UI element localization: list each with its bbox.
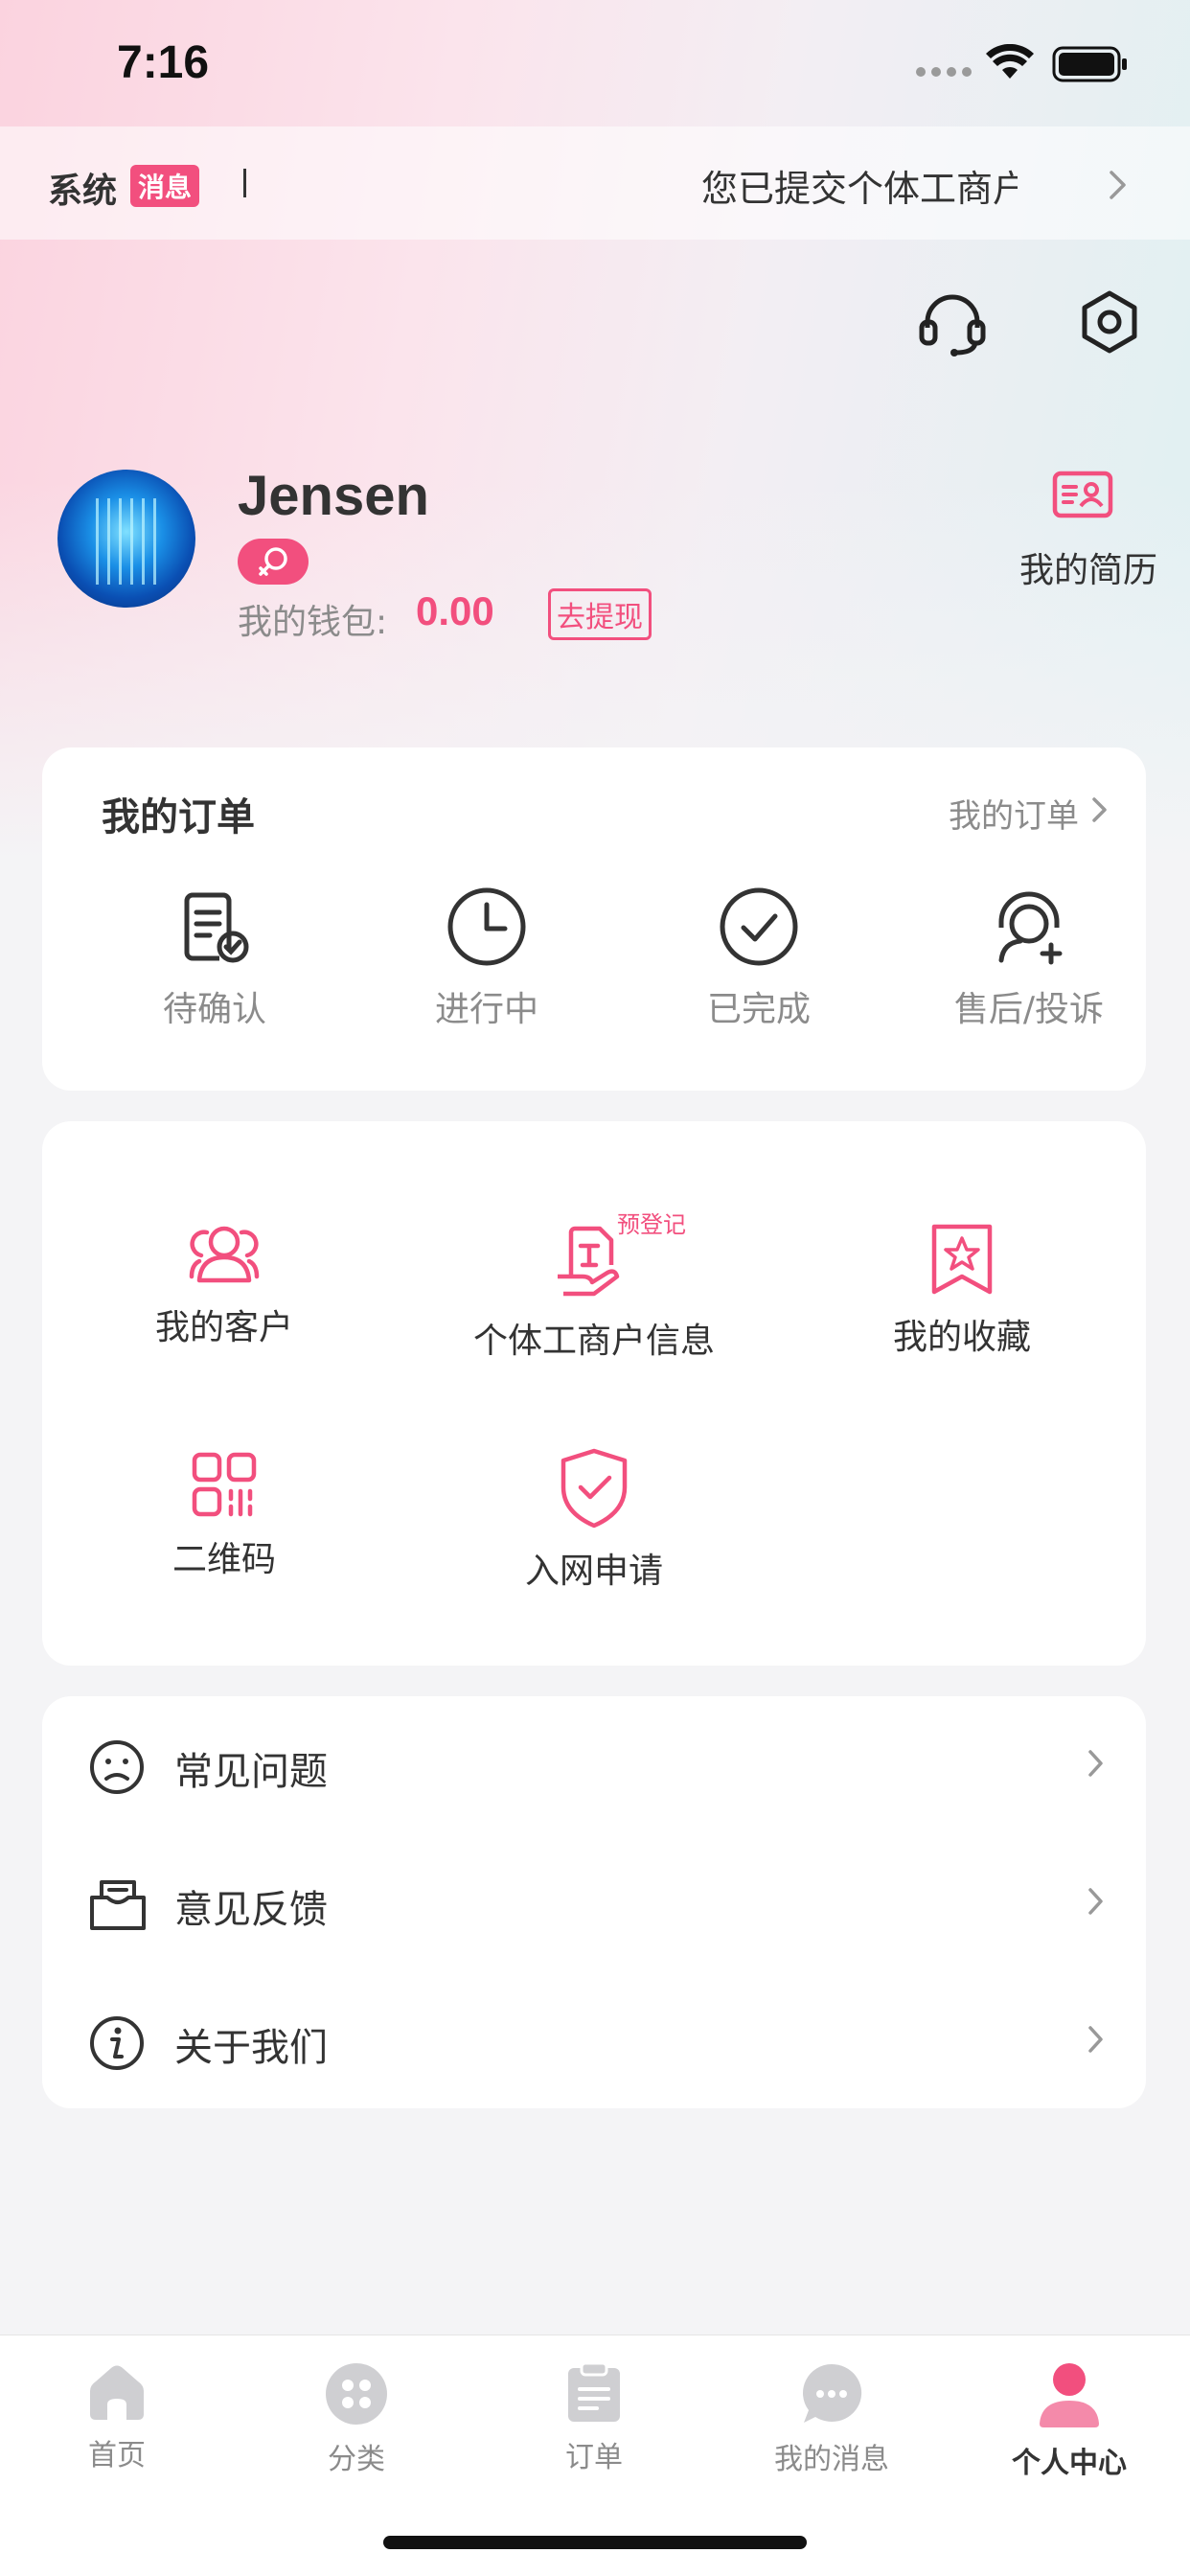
qr-code[interactable]: 二维码 xyxy=(71,1451,378,1581)
my-customers[interactable]: 我的客户 xyxy=(71,1223,378,1349)
withdraw-button[interactable]: 去提现 xyxy=(548,588,652,640)
female-icon xyxy=(259,547,287,576)
all-orders-link[interactable]: 我的订单 xyxy=(949,790,1079,837)
network-application[interactable]: 入网申请 xyxy=(441,1447,747,1593)
resume-card-icon xyxy=(1052,471,1113,518)
wallet-label: 我的钱包: xyxy=(238,603,388,642)
my-favorites-label: 我的收藏 xyxy=(892,1318,1031,1357)
chevron-right-icon xyxy=(1110,171,1126,199)
chevron-right-icon xyxy=(1088,1750,1103,1777)
faq-face-icon xyxy=(90,1740,144,1794)
separator xyxy=(243,169,246,197)
pre-registration-tag: 预登记 xyxy=(617,1211,686,1238)
menu-item-label: 常见问题 xyxy=(174,1750,328,1794)
battery-icon xyxy=(1052,46,1127,82)
system-title: 系统 xyxy=(48,172,118,211)
tab-label: 个人中心 xyxy=(1012,2447,1127,2480)
menu-item-label: 关于我们 xyxy=(174,2026,328,2070)
menu-item-feedback[interactable]: 意见反馈 xyxy=(42,1834,1146,1972)
tab-label: 首页 xyxy=(88,2439,146,2472)
business-info[interactable]: 个体工商户信息 xyxy=(441,1223,747,1363)
order-pending-label: 待确认 xyxy=(162,990,266,1029)
favorites-icon xyxy=(931,1224,993,1295)
wifi-icon xyxy=(986,44,1034,79)
info-icon xyxy=(90,2016,144,2070)
order-after-sales-label: 售后/投诉 xyxy=(953,990,1105,1029)
avatar[interactable] xyxy=(57,470,195,608)
my-orders-card: 我的订单 我的订单 待确认 进行中 已完成 售后/投诉 xyxy=(42,748,1146,1091)
username: Jensen xyxy=(238,465,429,527)
order-after-sales[interactable]: 售后/投诉 xyxy=(924,886,1134,1031)
support-agent-icon xyxy=(998,891,1063,965)
tab-category[interactable]: 分类 xyxy=(261,2362,452,2477)
resume-label[interactable]: 我的简历 xyxy=(1019,542,1157,592)
gender-badge xyxy=(238,539,309,585)
system-message-text: 您已提交个体工商户信息 xyxy=(701,168,1018,210)
tab-label: 分类 xyxy=(328,2443,385,2476)
my-favorites[interactable]: 我的收藏 xyxy=(809,1223,1115,1359)
home-indicator xyxy=(383,2536,807,2549)
signal-icon xyxy=(916,67,972,77)
tab-orders[interactable]: 订单 xyxy=(498,2361,690,2475)
chevron-right-icon[interactable] xyxy=(1090,795,1110,824)
customers-icon xyxy=(189,1226,260,1283)
tab-profile[interactable]: 个人中心 xyxy=(973,2362,1165,2481)
clock-icon xyxy=(447,887,526,966)
resume-button[interactable] xyxy=(1016,470,1150,523)
tab-label: 订单 xyxy=(565,2441,623,2474)
order-completed-label: 已完成 xyxy=(706,990,811,1029)
settings-icon[interactable] xyxy=(1077,289,1142,355)
order-completed[interactable]: 已完成 xyxy=(653,886,864,1031)
tab-messages[interactable]: 我的消息 xyxy=(736,2362,927,2477)
status-time: 7:16 xyxy=(117,37,210,88)
menu-item-faq[interactable]: 常见问题 xyxy=(42,1696,1146,1834)
feedback-mail-icon xyxy=(90,1880,146,1930)
home-icon xyxy=(90,2365,144,2420)
orders-title: 我的订单 xyxy=(102,795,255,840)
status-bar: 7:16 xyxy=(0,0,1190,126)
tab-label: 我的消息 xyxy=(774,2443,889,2476)
profile-icon xyxy=(1040,2363,1099,2427)
order-pending[interactable]: 待确认 xyxy=(109,886,320,1031)
network-application-label: 入网申请 xyxy=(524,1552,663,1591)
qr-code-label: 二维码 xyxy=(172,1540,276,1579)
order-icon xyxy=(568,2361,620,2422)
menu-item-about[interactable]: 关于我们 xyxy=(42,1972,1146,2110)
pending-confirm-icon xyxy=(184,892,249,963)
chevron-right-icon xyxy=(1088,1888,1103,1915)
order-in-progress-label: 进行中 xyxy=(434,990,538,1029)
services-card: 我的客户 个体工商户信息 预登记 我的收藏 二维码 入网申请 xyxy=(42,1121,1146,1666)
order-in-progress[interactable]: 进行中 xyxy=(381,886,592,1031)
headset-icon[interactable] xyxy=(918,289,987,358)
my-customers-label: 我的客户 xyxy=(154,1308,293,1347)
business-info-label: 个体工商户信息 xyxy=(472,1322,715,1361)
menu-list-card: 常见问题 意见反馈 关于我们 xyxy=(42,1696,1146,2108)
category-icon xyxy=(326,2363,387,2425)
tab-home[interactable]: 首页 xyxy=(21,2362,213,2473)
system-message-bar[interactable]: 系统 消息 您已提交个体工商户信息 xyxy=(0,126,1190,240)
message-badge: 消息 xyxy=(130,165,200,207)
message-icon xyxy=(803,2363,862,2423)
wallet-balance: 0.00 xyxy=(416,588,494,633)
qr-code-icon xyxy=(192,1452,257,1517)
menu-item-label: 意见反馈 xyxy=(174,1888,328,1932)
shield-check-icon xyxy=(561,1448,628,1529)
chevron-right-icon xyxy=(1088,2026,1103,2053)
check-circle-icon xyxy=(720,887,798,966)
